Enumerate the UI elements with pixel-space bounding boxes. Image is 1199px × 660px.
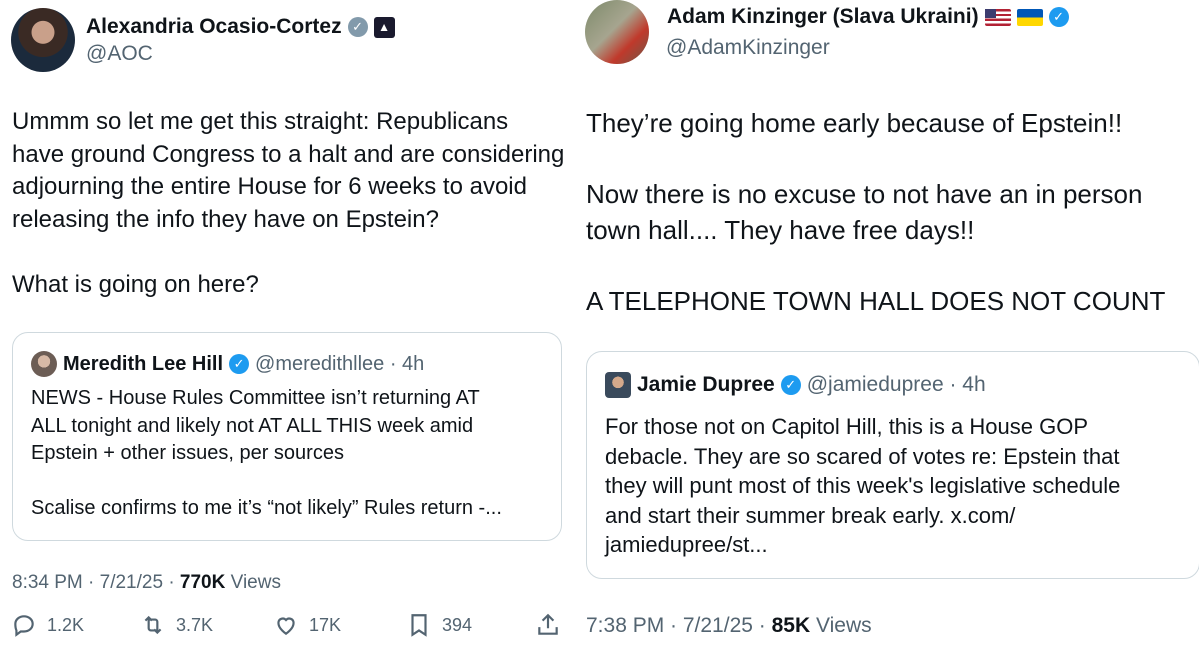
author-handle[interactable]: @AOC [86,42,153,66]
capitol-icon: ▲ [373,16,395,38]
us-flag-icon [984,8,1011,26]
heart-icon [277,617,295,635]
repost-icon [144,615,162,635]
quoted-tweet-header: Jamie Dupree ✓ @jamiedupree · 4h [605,372,986,398]
author-handle[interactable]: @AdamKinzinger [666,36,830,60]
views-label: Views [810,614,872,637]
quoted-author-avatar [31,351,57,377]
author-name-row: Adam Kinzinger (Slava Ukraini) ✓ [667,5,1069,29]
quoted-author-name: Jamie Dupree [637,373,775,396]
share-button[interactable] [535,612,561,638]
quoted-author-avatar [605,372,631,398]
quoted-tweet[interactable]: Meredith Lee Hill ✓ @meredithllee · 4h N… [12,332,562,541]
like-button[interactable]: 17K [273,612,341,638]
quoted-author-handle: @meredithllee · 4h [255,352,425,375]
author-avatar[interactable] [585,0,649,64]
reply-count: 1.2K [47,614,85,635]
views-label: Views [225,572,281,593]
repost-button[interactable]: 3.7K [140,612,213,638]
tweet-meta: 8:34 PM · 7/21/25 · 770K Views [12,572,281,594]
author-name-row: Alexandria Ocasio-Cortez ✓ ▲ [86,15,395,39]
views-count: 770K [179,572,226,593]
author-name[interactable]: Adam Kinzinger (Slava Ukraini) [667,5,979,29]
ukraine-flag-icon [1016,8,1043,26]
bookmark-button[interactable]: 394 [406,612,472,638]
quoted-tweet-header: Meredith Lee Hill ✓ @meredithllee · 4h [31,351,424,377]
tweet-timestamp[interactable]: 8:34 PM · 7/21/25 · [12,572,180,593]
reply-button[interactable]: 1.2K [11,612,84,638]
views-count: 85K [771,614,811,637]
tweet-text: They’re going home early because of Epst… [586,108,1166,316]
quoted-tweet[interactable]: Jamie Dupree ✓ @jamiedupree · 4h For tho… [586,351,1199,579]
share-icon [538,613,558,635]
quoted-tweet-text: NEWS - House Rules Committee isn’t retur… [31,387,502,519]
gray-check-badge-icon: ✓ [347,17,368,37]
tweet-timestamp[interactable]: 7:38 PM · 7/21/25 · [586,614,772,637]
tweet-aoc: Alexandria Ocasio-Cortez ✓ ▲ @AOC Ummm s… [0,0,580,660]
tweet-kinzinger: Adam Kinzinger (Slava Ukraini) ✓ @AdamKi… [582,0,1199,660]
tweet-actions: 1.2K 3.7K 17K 394 [0,612,580,652]
bookmark-count: 394 [442,614,473,635]
repost-count: 3.7K [176,614,214,635]
quoted-tweet-text: For those not on Capitol Hill, this is a… [605,414,1121,557]
blue-check-badge-icon: ✓ [1048,7,1069,27]
author-name[interactable]: Alexandria Ocasio-Cortez [86,15,342,39]
blue-check-badge-icon: ✓ [229,354,250,374]
like-count: 17K [309,614,342,635]
tweet-meta: 7:38 PM · 7/21/25 · 85K Views [586,614,872,638]
author-avatar[interactable] [11,8,75,72]
reply-icon [14,615,34,637]
quoted-author-name: Meredith Lee Hill [63,352,224,375]
bookmark-icon [411,614,427,637]
tweet-text: Ummm so let me get this straight: Republ… [12,108,565,298]
quoted-author-handle: @jamiedupree · 4h [806,373,986,396]
blue-check-badge-icon: ✓ [780,375,801,395]
